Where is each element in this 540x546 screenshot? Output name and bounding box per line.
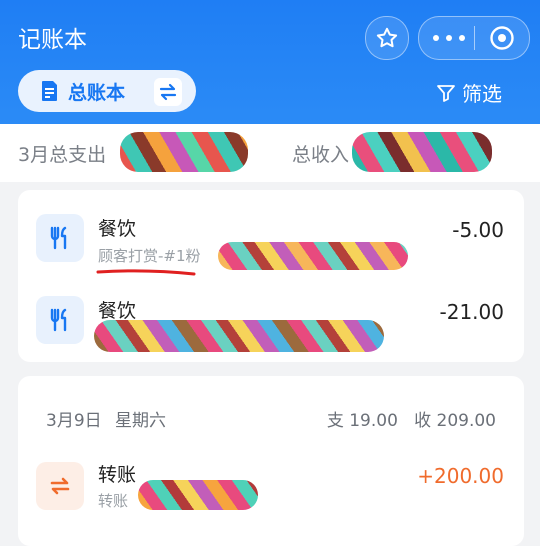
filter-label: 筛选 bbox=[462, 82, 502, 106]
weekday-text: 星期六 bbox=[115, 411, 167, 431]
transaction-amount: -21.00 bbox=[439, 300, 504, 324]
header: 记账本 总账本 筛选 bbox=[0, 0, 540, 124]
redacted-note bbox=[218, 242, 408, 270]
redacted-expense-value bbox=[120, 132, 248, 172]
mini-program-capsule bbox=[418, 16, 530, 60]
filter-button[interactable]: 筛选 bbox=[436, 78, 502, 107]
swap-icon bbox=[159, 83, 177, 101]
document-icon bbox=[42, 81, 57, 101]
day-date: 3月9日 星期六 bbox=[46, 406, 166, 431]
transaction-note: 转账 bbox=[98, 492, 129, 510]
filter-icon bbox=[437, 84, 455, 102]
transaction-card: 餐饮 顾客打赏-#1粉 -5.00 餐饮 -21.00 bbox=[18, 190, 524, 362]
utensils-icon bbox=[50, 226, 67, 250]
day-group-card: 3月9日 星期六 支 19.00 收 209.00 转账 转账 +200.00 bbox=[18, 376, 524, 546]
day-summary: 支 19.00 收 209.00 bbox=[326, 411, 496, 431]
annotation-underline bbox=[96, 269, 196, 276]
transfer-icon bbox=[50, 477, 70, 495]
switch-ledger-button[interactable] bbox=[154, 78, 182, 106]
ledger-label: 总账本 bbox=[68, 81, 126, 104]
category-icon-box bbox=[36, 462, 84, 510]
redacted-income-value bbox=[352, 132, 492, 172]
redacted-note bbox=[94, 320, 384, 352]
favorite-button[interactable] bbox=[365, 16, 409, 60]
transaction-amount: -5.00 bbox=[452, 218, 504, 242]
transaction-note: 顾客打赏-#1粉 bbox=[98, 247, 201, 265]
star-icon bbox=[376, 27, 398, 48]
app-title: 记账本 bbox=[18, 27, 87, 53]
capsule-divider bbox=[474, 26, 475, 50]
expense-label: 3月总支出 bbox=[18, 144, 107, 166]
category-icon-box bbox=[36, 214, 84, 262]
category-icon-box bbox=[36, 296, 84, 344]
monthly-summary: 3月总支出 总收入 bbox=[0, 124, 540, 182]
transaction-category: 餐饮 bbox=[98, 300, 137, 322]
transaction-amount: +200.00 bbox=[417, 464, 504, 488]
transaction-category: 餐饮 bbox=[98, 218, 137, 240]
date-text: 3月9日 bbox=[46, 411, 102, 431]
utensils-icon bbox=[50, 308, 67, 332]
income-label: 总收入 bbox=[292, 144, 350, 166]
close-circle-icon[interactable] bbox=[489, 25, 515, 51]
more-icon[interactable] bbox=[433, 29, 465, 47]
redacted-note bbox=[138, 480, 258, 510]
transaction-category: 转账 bbox=[98, 464, 137, 486]
